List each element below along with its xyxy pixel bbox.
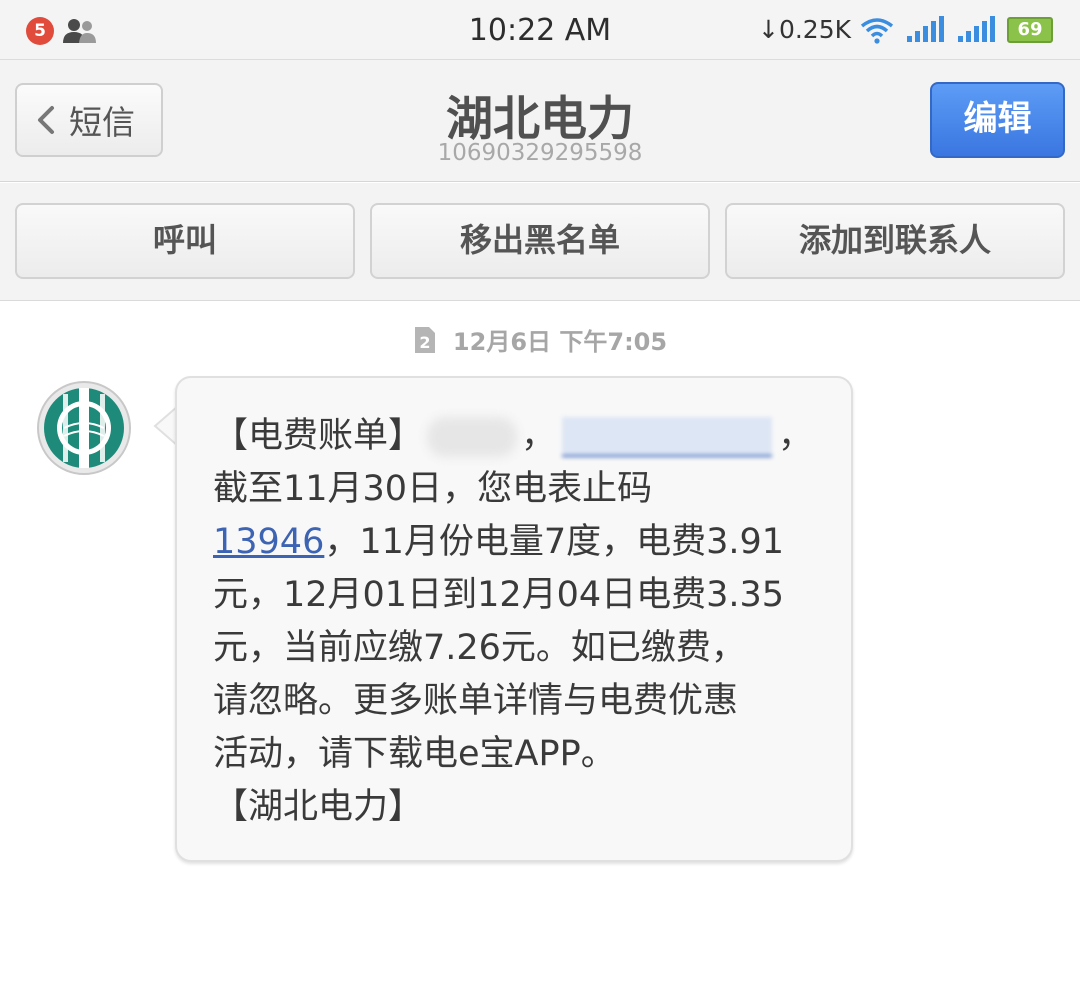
sender-avatar[interactable] [36,380,132,476]
call-button[interactable]: 呼叫 [15,203,355,279]
redacted-account-link[interactable] [562,417,773,457]
message-text: 【电费账单】，， 截至11月30日，您电表止码 13946，11月份电量7度，电… [213,410,813,834]
edit-button[interactable]: 编辑 [930,82,1065,158]
message-line: 元，当前应缴7.26元。如已缴费， [213,628,746,668]
timestamp-text: 12月6日 下午7:05 [452,328,668,356]
wifi-icon [860,18,894,44]
message-line: 【电费账单】，， [213,416,814,457]
status-bar: 5 10:22 AM ↓0.25K 69 [0,0,1080,60]
net-speed-indicator: ↓0.25K [758,15,851,44]
signal-1-icon [907,16,944,42]
sim-slot-number: 2 [419,333,430,352]
net-speed-value: 0.25K [778,15,852,44]
conversation-header: 短信 湖北电力 10690329295598 编辑 [0,60,1080,182]
meter-reading-link[interactable]: 13946 [213,522,324,562]
add-to-contacts-button[interactable]: 添加到联系人 [725,203,1065,279]
contact-number: 10690329295598 [437,140,643,166]
message-line: 请忽略。更多账单详情与电费优惠 [213,681,739,721]
message-line: 元，12月01日到12月04日电费3.35 [213,575,785,615]
contact-actions-bar: 呼叫 移出黑名单 添加到联系人 [0,183,1080,301]
contact-name: 湖北电力 [446,92,634,147]
signal-2-icon [958,16,995,42]
remove-from-blacklist-button[interactable]: 移出黑名单 [370,203,710,279]
message-line: 活动，请下载电e宝APP。 [213,734,616,774]
message-timestamp: 2 12月6日 下午7:05 [0,322,1080,359]
redacted-name [427,417,518,457]
message-line: 【湖北电力】 [213,787,424,827]
sim-card-icon: 2 [414,326,435,353]
battery-icon: 69 [1007,17,1053,43]
message-line: 截至11月30日，您电表止码 [213,469,653,509]
download-arrow-icon: ↓ [758,15,779,44]
message-line: 13946，11月份电量7度，电费3.91 [213,522,785,562]
